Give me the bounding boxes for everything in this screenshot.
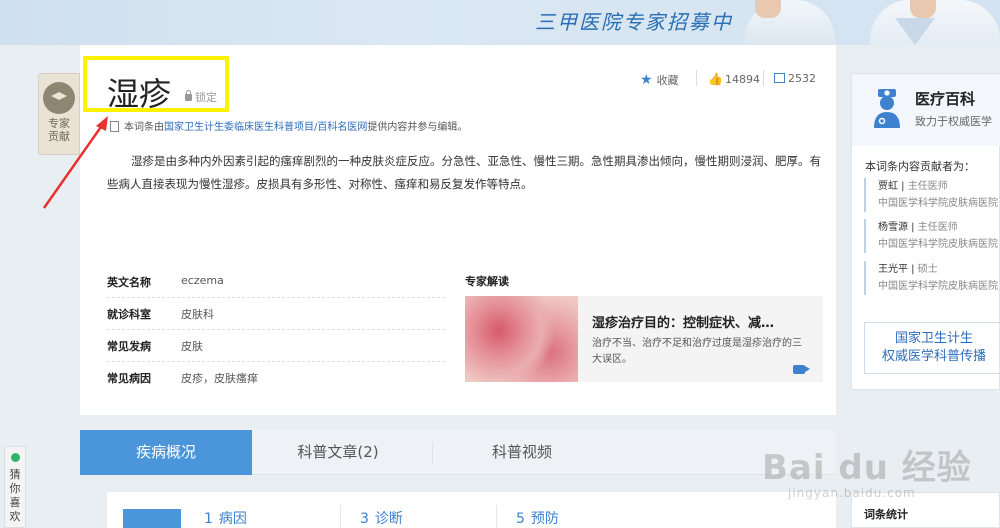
expert-video-card[interactable]: 湿疹治疗目的：控制症状、减… 治疗不当、治疗不足和治疗过度是湿疹治疗的三大误区。 [465,296,823,382]
expert-description: 治疗不当、治疗不足和治疗过度是湿疹治疗的三大误区。 [592,338,802,365]
tab-articles[interactable]: 科普文章(2) [252,430,424,475]
skin-rash-image [465,296,578,382]
doctor-icon [874,89,900,128]
info-row-common-site: 常见发病 皮肤 [107,330,445,362]
outline-item-cause[interactable]: 1 病因 [204,508,247,528]
sidebar-subtitle: 致力于权威医学 [915,115,992,128]
expert-section-title: 专家解读 [465,275,509,288]
status-dot-icon [10,453,20,462]
contributor-item[interactable]: 杨雪源 | 主任医师 中国医学科学院皮肤病医院 [864,219,1000,253]
info-row-department: 就诊科室 皮肤科 [107,298,445,330]
video-camera-icon [793,365,810,374]
expert-headline: 湿疹治疗目的：控制症状、减… [592,316,775,331]
sidebar-title: 医疗百科 [915,90,976,108]
tab-videos[interactable]: 科普视频 [432,430,612,475]
outline-item-prevention[interactable]: 5 预防 [516,508,559,528]
guess-you-like-tab[interactable]: 猜你喜欢 [4,446,26,528]
outline-item-diagnosis[interactable]: 3 诊断 [360,508,403,528]
guess-you-like-label: 猜你喜欢 [9,468,21,523]
entry-stats-title: 词条统计 [864,508,908,521]
health-authority-button[interactable]: 国家卫生计生 权威医学科普传播 [864,322,1000,374]
info-row-common-cause: 常见病因 皮疹，皮肤瘙痒 [107,372,258,385]
contributors-heading: 本词条内容贡献者为： [865,160,975,173]
contributor-item[interactable]: 贾虹 | 主任医师 中国医学科学院皮肤病医院 [864,178,1000,212]
entry-summary: 湿疹是由多种内外因素引起的瘙痒剧烈的一种皮肤炎症反应。分急性、亚急性、慢性三期。… [107,154,821,191]
baidu-jingyan-watermark: Bai du 经验 jingyan.baidu.com [762,448,972,500]
tab-disease-overview[interactable]: 疾病概况 [80,430,252,475]
tab-bar: 疾病概况 科普文章(2) 科普视频 [80,430,836,475]
contributor-item[interactable]: 王光平 | 硕士 中国医学科学院皮肤病医院 [864,261,1000,295]
info-row-english-name: 英文名称 eczema [107,266,445,298]
outline-toggle-button[interactable] [123,509,181,528]
